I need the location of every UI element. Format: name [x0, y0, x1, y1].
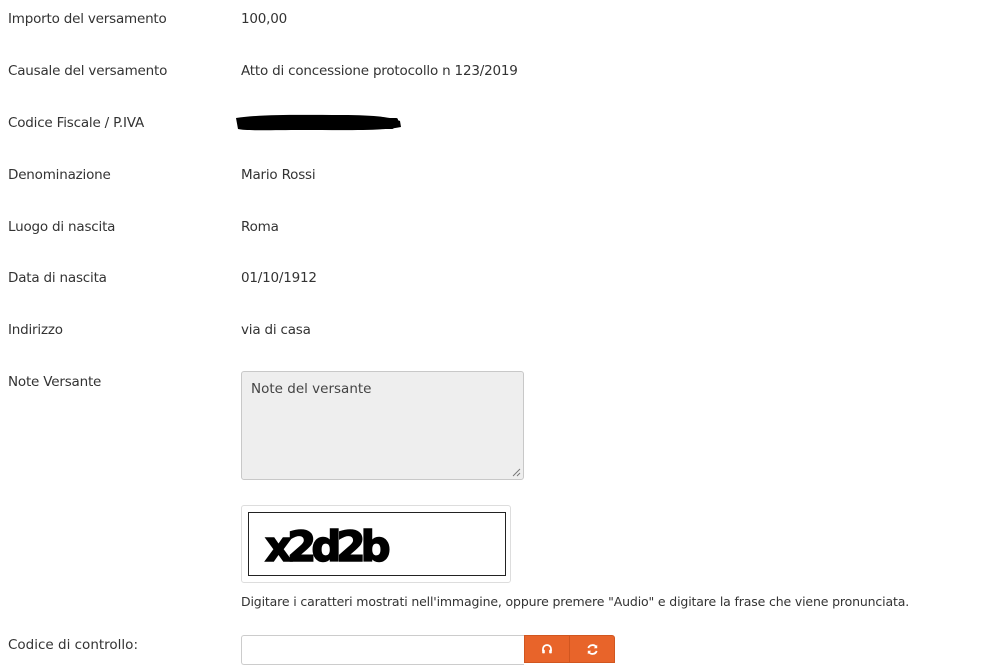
captcha-text: x2d2b [265, 522, 390, 571]
captcha-frame: x2d2b [241, 505, 511, 583]
field-row-causale: Causale del versamento Atto di concessio… [0, 63, 989, 87]
field-row-luogo-nascita: Luogo di nascita Roma [0, 219, 989, 243]
field-row-data-nascita: Data di nascita 01/10/1912 [0, 270, 989, 294]
captcha-help-text: Digitare i caratteri mostrati nell'immag… [241, 594, 910, 609]
notes-label: Note Versante [8, 374, 102, 390]
refresh-icon [586, 643, 598, 655]
field-label-codice-fiscale: Codice Fiscale / P.IVA [8, 115, 144, 131]
field-value-luogo-nascita: Roma [241, 219, 279, 235]
field-label-causale: Causale del versamento [8, 63, 168, 79]
headphones-icon [542, 644, 552, 654]
field-row-importo: Importo del versamento 100,00 [0, 11, 989, 35]
field-value-causale: Atto di concessione protocollo n 123/201… [241, 63, 518, 79]
control-code-input[interactable] [241, 635, 524, 665]
field-row-denominazione: Denominazione Mario Rossi [0, 167, 989, 191]
field-value-denominazione: Mario Rossi [241, 167, 316, 183]
field-row-codice-fiscale: Codice Fiscale / P.IVA [0, 115, 989, 139]
field-label-denominazione: Denominazione [8, 167, 111, 183]
refresh-captcha-button[interactable] [569, 635, 615, 663]
field-value-indirizzo: via di casa [241, 322, 311, 338]
notes-placeholder: Note del versante [251, 381, 372, 397]
field-label-luogo-nascita: Luogo di nascita [8, 219, 116, 235]
captcha-text-image: x2d2b [264, 521, 395, 571]
field-value-importo: 100,00 [241, 11, 288, 27]
resize-handle-icon[interactable] [511, 467, 521, 477]
field-value-data-nascita: 01/10/1912 [241, 270, 317, 286]
audio-button[interactable] [524, 635, 570, 663]
control-code-label: Codice di controllo: [8, 637, 138, 653]
notes-textarea[interactable]: Note del versante [241, 371, 524, 480]
field-label-indirizzo: Indirizzo [8, 322, 63, 338]
redaction-mark [236, 114, 401, 131]
field-label-data-nascita: Data di nascita [8, 270, 107, 286]
field-row-indirizzo: Indirizzo via di casa [0, 322, 989, 346]
captcha-image: x2d2b [248, 512, 506, 576]
field-label-importo: Importo del versamento [8, 11, 167, 27]
